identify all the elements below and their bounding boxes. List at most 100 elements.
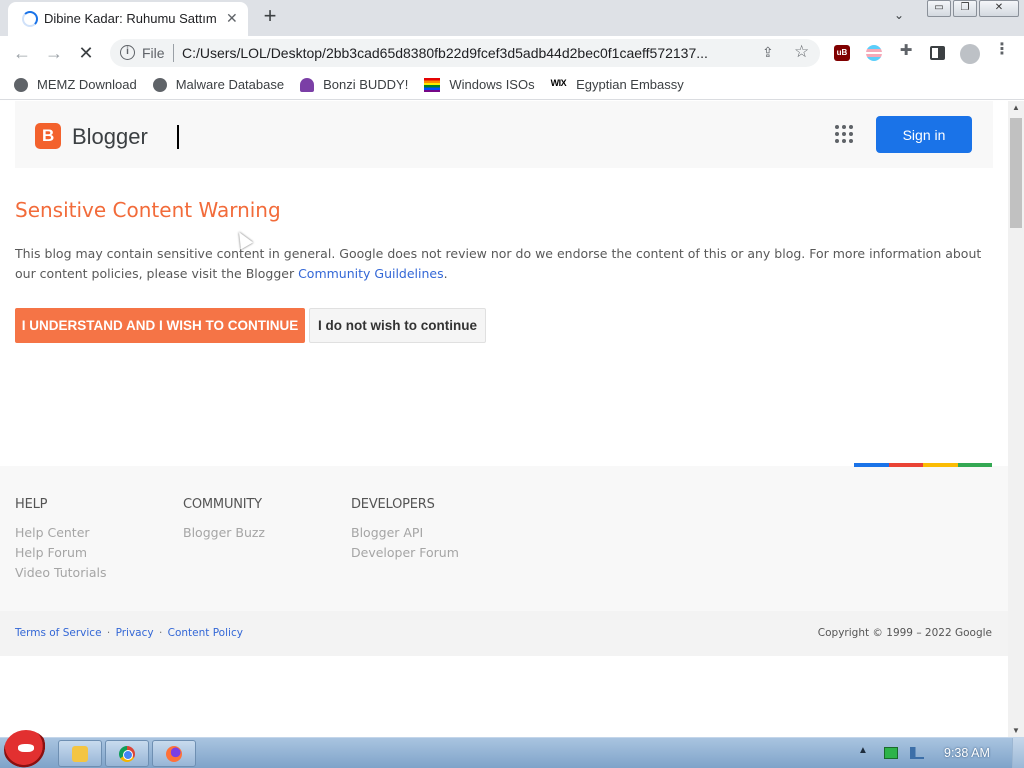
stop-loading-icon[interactable]: ✕ [74,42,98,64]
close-window-button[interactable]: ✕ [979,0,1019,17]
forward-arrow-icon[interactable]: → [42,42,66,64]
bookmark-label: Bonzi BUDDY! [323,77,409,92]
browser-tab[interactable]: Dibine Kadar: Ruhumu Sattım ✕ [8,2,248,36]
text-cursor [177,125,179,149]
color-bar-red [888,463,923,467]
legal-bar: Terms of Service · Privacy · Content Pol… [0,611,1008,656]
bookmark-memz-download[interactable]: MEMZ Download [14,77,137,92]
sign-in-button[interactable]: Sign in [876,116,972,153]
folder-icon [72,746,88,762]
terms-of-service-link[interactable]: Terms of Service [15,627,102,639]
loading-spinner-icon [22,11,38,27]
scroll-up-icon[interactable]: ▲ [1012,103,1020,112]
tab-search-icon[interactable]: ⌄ [894,8,904,22]
bookmark-malware-database[interactable]: Malware Database [152,77,285,92]
url-text[interactable]: C:/Users/LOL/Desktop/2bb3cad65d8380fb22d… [182,45,754,61]
warning-text-body: This blog may contain sensitive content … [15,246,982,281]
warning-text-end: . [443,266,448,281]
google-color-bar [854,463,992,467]
address-divider [173,44,174,62]
copyright-text: Copyright © 1999 – 2022 Google [817,627,992,639]
bookmark-label: Malware Database [175,77,285,92]
share-icon[interactable]: ⇪ [762,44,774,61]
help-center-link[interactable]: Help Center [15,523,106,543]
blogger-buzz-link[interactable]: Blogger Buzz [183,523,265,543]
kebab-menu-icon[interactable]: ⋮ [994,42,1010,58]
decline-button[interactable]: I do not wish to continue [309,308,486,343]
separator: · [158,627,163,639]
developer-forum-link[interactable]: Developer Forum [351,543,459,563]
footer-developers-column: DEVELOPERS Blogger API Developer Forum [351,497,459,563]
globe-icon [152,77,167,92]
blogger-brand[interactable]: Blogger [72,124,148,150]
bookmark-label: Windows ISOs [449,77,535,92]
minimize-button[interactable]: ▭ [927,0,951,17]
color-bar-green [957,463,992,467]
side-panel-icon[interactable] [930,46,945,60]
taskbar-chrome[interactable] [105,740,149,767]
start-button-angry-bird-icon[interactable] [4,730,48,768]
color-bar-blue [854,463,889,467]
browser-toolbar: ← → ✕ i File C:/Users/LOL/Desktop/2bb3ca… [0,36,1024,70]
extensions-puzzle-icon[interactable]: ✚ [898,43,914,59]
footer-heading: HELP [15,497,48,512]
taskbar-explorer[interactable] [58,740,102,767]
bookmark-windows-isos[interactable]: Windows ISOs [424,77,535,92]
legal-links: Terms of Service · Privacy · Content Pol… [15,627,243,639]
taskbar-firefox[interactable] [152,740,196,767]
tab-strip: Dibine Kadar: Ruhumu Sattım ✕ + ⌄ ▭ ❐ ✕ [0,0,1024,36]
maximize-button[interactable]: ❐ [953,0,977,17]
profile-avatar-icon[interactable] [960,44,980,64]
blogger-api-link[interactable]: Blogger API [351,523,459,543]
flag-extension-icon[interactable] [866,45,882,61]
tab-title: Dibine Kadar: Ruhumu Sattım [44,11,217,26]
video-tutorials-link[interactable]: Video Tutorials [15,563,106,583]
privacy-link[interactable]: Privacy [116,627,154,639]
separator: · [106,627,111,639]
tray-expand-icon[interactable]: ▲ [858,745,868,756]
wix-icon: WIX [550,77,567,88]
scroll-down-icon[interactable]: ▼ [1012,726,1020,735]
site-info-icon[interactable]: i [120,45,135,60]
warning-text: This blog may contain sensitive content … [15,244,1000,284]
footer-heading: COMMUNITY [183,497,262,512]
battery-icon[interactable] [884,747,898,759]
show-desktop-button[interactable] [1012,738,1024,768]
globe-icon [14,77,28,92]
address-bar[interactable]: i File C:/Users/LOL/Desktop/2bb3cad65d83… [110,39,820,67]
warning-title: Sensitive Content Warning [15,198,281,222]
back-arrow-icon[interactable]: ← [10,42,34,64]
scheme-label: File [142,45,165,61]
firefox-icon [166,746,182,762]
taskbar: ▲ 9:38 AM [0,730,1024,768]
scrollbar-thumb[interactable] [1010,118,1022,228]
blogger-header: Blogger Sign in [15,101,993,168]
bookmark-label: Egyptian Embassy [576,77,684,92]
bookmarks-bar: MEMZ Download Malware Database Bonzi BUD… [0,70,1024,100]
volume-icon[interactable] [910,747,924,759]
page-viewport: Blogger Sign in Sensitive Content Warnin… [0,101,1008,737]
chrome-icon [119,746,135,762]
tab-close-icon[interactable]: ✕ [226,9,238,27]
footer-community-column: COMMUNITY Blogger Buzz [183,497,265,543]
clock[interactable]: 9:38 AM [944,746,990,760]
page-scrollbar[interactable]: ▲ ▼ [1008,101,1024,737]
bookmark-label: MEMZ Download [37,77,137,92]
google-apps-icon[interactable] [835,125,853,143]
bookmark-star-icon[interactable]: ☆ [794,42,809,62]
blogger-logo-icon[interactable] [35,123,61,149]
continue-button[interactable]: I UNDERSTAND AND I WISH TO CONTINUE [15,308,305,343]
bookmark-bonzi-buddy[interactable]: Bonzi BUDDY! [300,77,408,92]
window-controls: ▭ ❐ ✕ [927,0,1021,18]
bookmark-egyptian-embassy[interactable]: WIX Egyptian Embassy [551,77,684,92]
footer-heading: DEVELOPERS [351,497,435,512]
community-guidelines-link[interactable]: Community Guildelines [298,266,444,281]
bonzi-icon [300,77,315,92]
ublock-extension-icon[interactable]: uB [834,45,850,61]
content-policy-link[interactable]: Content Policy [168,627,243,639]
rainbow-flag-icon [424,77,441,92]
color-bar-yellow [923,463,958,467]
new-tab-button[interactable]: + [258,4,282,28]
footer-help-column: HELP Help Center Help Forum Video Tutori… [15,497,106,583]
help-forum-link[interactable]: Help Forum [15,543,106,563]
